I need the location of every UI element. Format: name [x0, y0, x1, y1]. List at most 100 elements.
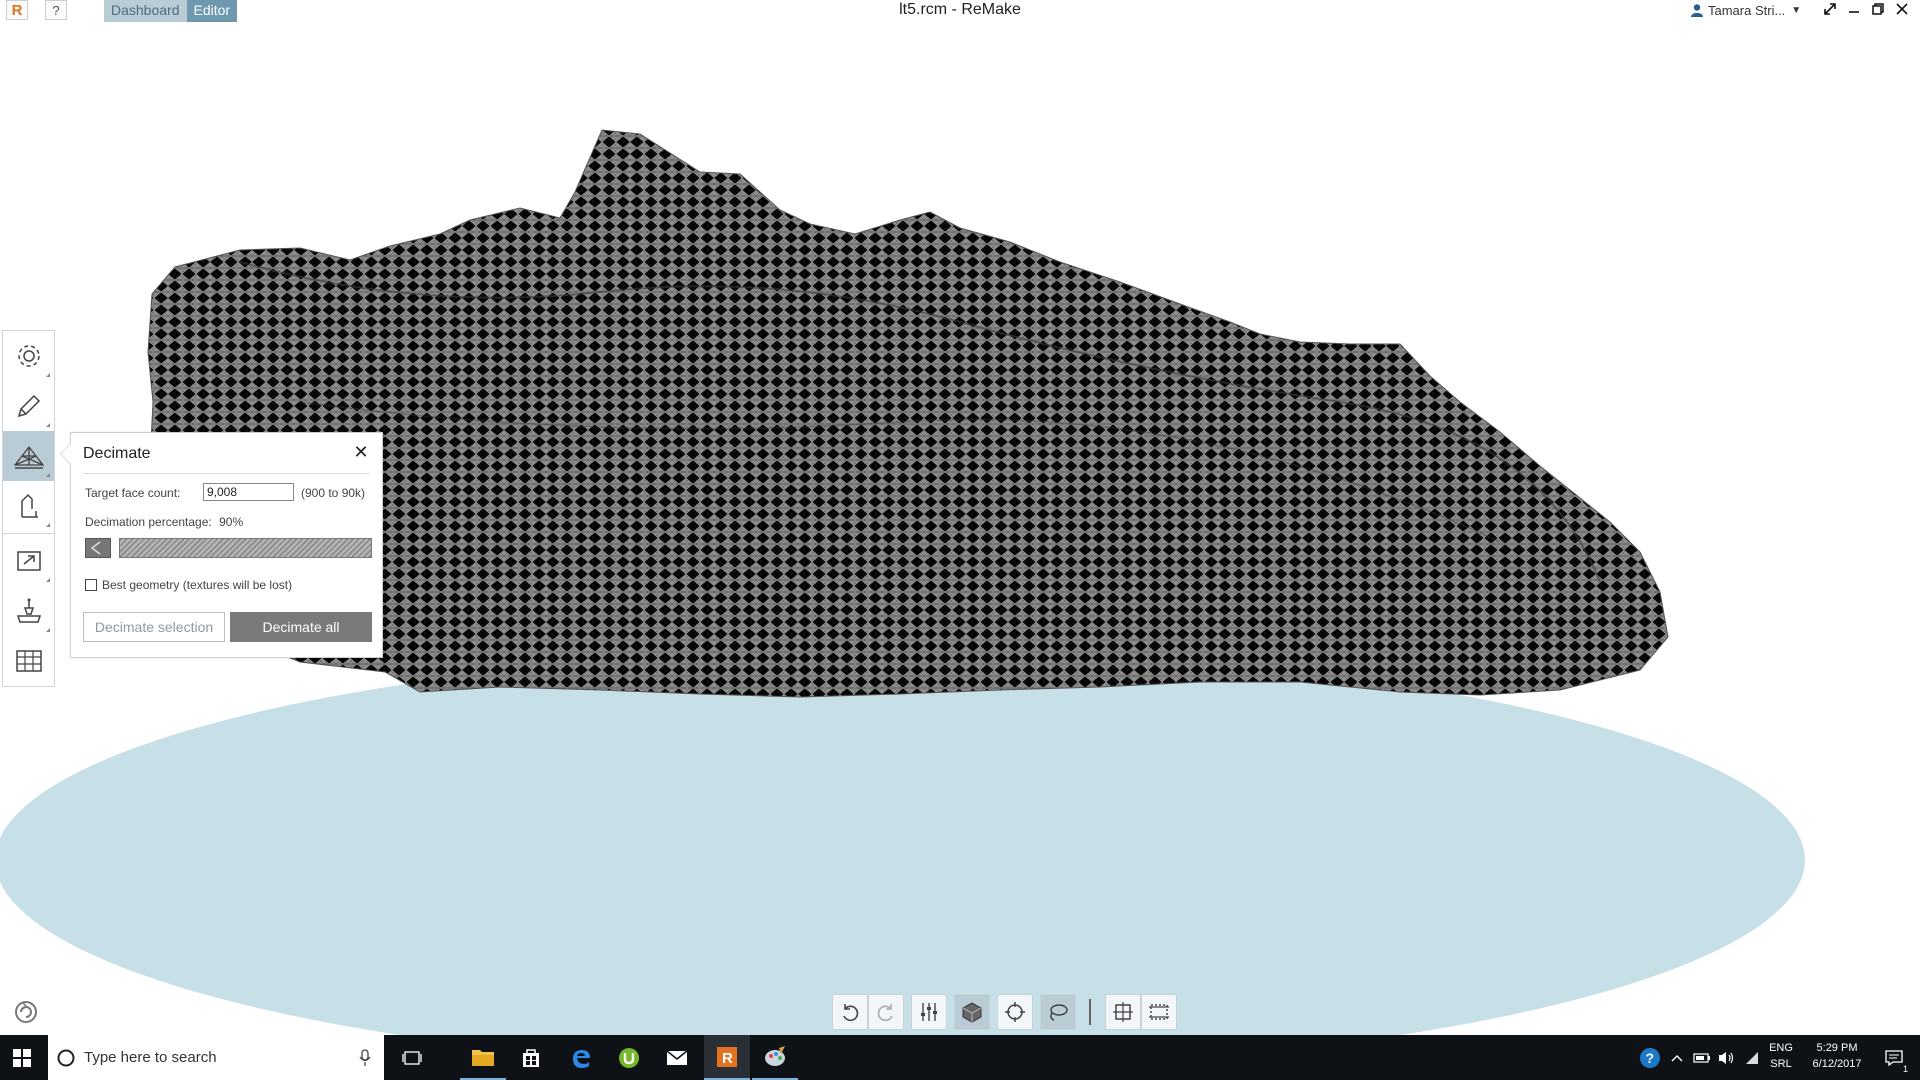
redo-icon [877, 1004, 893, 1022]
panel-pointer [60, 443, 71, 465]
decimation-percentage-label: Decimation percentage: 90% [85, 515, 243, 529]
svg-text:?: ? [1646, 1050, 1655, 1066]
chevron-down-icon: ▼ [1791, 4, 1802, 16]
focus-button[interactable] [997, 994, 1033, 1030]
utorrent-icon [619, 1047, 639, 1068]
taskbar-store[interactable] [508, 1035, 554, 1080]
undo-icon [843, 1004, 859, 1022]
undo-redo-group [832, 994, 904, 1030]
clock[interactable]: 5:29 PM 6/12/2017 [1800, 1040, 1874, 1072]
close-icon[interactable] [1892, 0, 1912, 18]
cube-icon [962, 1002, 982, 1023]
tray-overflow-button[interactable] [1665, 1035, 1689, 1080]
keyboard-layout: SRL [1770, 1058, 1792, 1070]
task-view-button[interactable] [390, 1035, 434, 1080]
user-icon [1691, 4, 1703, 17]
table-button[interactable] [3, 636, 54, 686]
clock-date: 6/12/2017 [1812, 1058, 1862, 1070]
close-icon[interactable]: ✕ [352, 443, 370, 461]
toolbar-divider [3, 533, 54, 534]
best-geometry-label: Best geometry (textures will be lost) [102, 578, 293, 592]
remake-window: R ? Dashboard Editor lt5.rcm - ReMake Ta… [0, 0, 1920, 1035]
render-mode-button[interactable] [954, 994, 990, 1030]
measure-icon [20, 493, 38, 518]
taskbar-utorrent[interactable] [606, 1035, 652, 1080]
user-menu[interactable]: Tamara Stri... ▼ [1690, 0, 1801, 20]
left-toolbar [2, 330, 55, 687]
redo-button[interactable] [868, 994, 904, 1030]
help-tray-button[interactable]: ? [1635, 1035, 1665, 1080]
title-bar: R ? Dashboard Editor lt5.rcm - ReMake Ta… [0, 0, 1920, 22]
store-icon [523, 1048, 539, 1067]
export-icon [16, 551, 41, 571]
slider-handle-icon [90, 541, 101, 555]
print-button[interactable] [3, 586, 54, 636]
logo-letter: R [11, 1, 23, 19]
start-button[interactable] [0, 1035, 44, 1080]
percentage-label-text: Decimation percentage: [85, 515, 212, 529]
tab-dashboard[interactable]: Dashboard [104, 0, 187, 22]
frame-icon [1113, 1002, 1133, 1022]
restore-icon[interactable] [1868, 0, 1888, 18]
mode-tabs: Dashboard Editor [104, 0, 238, 22]
network-button[interactable] [1740, 1035, 1764, 1080]
lasso-icon [1050, 1004, 1068, 1021]
target-face-label: Target face count: [85, 486, 181, 500]
settings-button[interactable] [3, 331, 54, 381]
volume-button[interactable] [1714, 1035, 1738, 1080]
undo-button[interactable] [832, 994, 868, 1030]
edit-button[interactable] [3, 381, 54, 431]
target-range-label: (900 to 90k) [301, 486, 366, 500]
mesh-tools-button[interactable] [3, 431, 54, 481]
select-rect-button[interactable] [1141, 994, 1177, 1030]
notification-count: 1 [1902, 1064, 1908, 1074]
select-rect-icon [1149, 1004, 1169, 1020]
table-icon [15, 650, 42, 672]
panel-title: Decimate [83, 445, 151, 462]
help-button[interactable]: ? [45, 0, 67, 20]
minimize-icon[interactable] [1844, 0, 1864, 18]
lasso-button[interactable] [1040, 994, 1076, 1030]
framing-group [1105, 994, 1177, 1030]
taskbar-edge[interactable] [558, 1035, 604, 1080]
action-center-button[interactable]: 1 [1876, 1035, 1912, 1080]
frame-button[interactable] [1105, 994, 1141, 1030]
target-face-input[interactable]: 9,008 [203, 483, 294, 501]
battery-icon [1693, 1052, 1710, 1063]
expand-icon[interactable] [1820, 0, 1840, 18]
target-icon [1005, 1002, 1025, 1022]
tab-editor[interactable]: Editor [186, 0, 238, 22]
language-indicator[interactable]: ENG SRL [1766, 1040, 1796, 1072]
decimate-all-button[interactable]: Decimate all [230, 612, 372, 642]
task-view-icon [402, 1050, 422, 1065]
search-placeholder: Type here to search [84, 1049, 217, 1066]
svg-text:R: R [722, 1050, 733, 1067]
refresh-icon[interactable] [14, 1000, 38, 1024]
print-icon [16, 598, 41, 623]
decimate-selection-button[interactable]: Decimate selection [83, 612, 225, 642]
wifi-icon [1746, 1051, 1758, 1064]
edge-browser-icon [573, 1049, 590, 1068]
bottom-toolbar [832, 993, 1177, 1031]
taskbar-mail[interactable] [654, 1035, 700, 1080]
taskbar-file-explorer[interactable] [460, 1035, 506, 1080]
taskbar-paint[interactable] [752, 1035, 798, 1080]
taskbar-search[interactable]: Type here to search [48, 1035, 384, 1080]
decimation-slider[interactable] [85, 538, 372, 558]
best-geometry-checkbox[interactable] [85, 579, 97, 591]
folder-icon [472, 1049, 494, 1066]
cortana-icon [57, 1049, 75, 1066]
adjust-button[interactable] [911, 994, 947, 1030]
slider-track[interactable] [119, 538, 372, 558]
export-button[interactable] [3, 536, 54, 586]
taskbar-remake[interactable]: R [704, 1035, 750, 1080]
slider-handle[interactable] [85, 538, 111, 558]
ground-plane [0, 650, 1805, 1035]
mail-icon [666, 1049, 688, 1065]
measure-button[interactable] [3, 481, 54, 531]
app-logo[interactable]: R [6, 0, 28, 20]
microphone-icon[interactable] [358, 1048, 372, 1067]
window-title: lt5.rcm - ReMake [899, 1, 1021, 18]
battery-button[interactable] [1690, 1035, 1714, 1080]
notification-icon [1885, 1049, 1903, 1066]
